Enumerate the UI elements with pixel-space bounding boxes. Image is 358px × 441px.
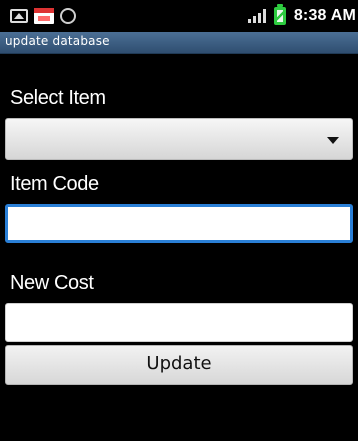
window-title: update database (5, 34, 110, 48)
new-cost-label: New Cost (10, 272, 94, 294)
item-code-input[interactable] (5, 204, 353, 243)
select-item-label: Select Item (10, 87, 106, 109)
usb-icon (60, 8, 76, 24)
item-code-label: Item Code (10, 173, 99, 195)
status-time: 8:38 AM (293, 7, 356, 24)
select-item-dropdown[interactable] (5, 118, 353, 160)
battery-charging-icon (273, 4, 286, 25)
title-bar: update database (0, 32, 358, 54)
update-button[interactable]: Update (5, 345, 353, 385)
signal-icon (247, 9, 266, 23)
status-right-icons: 8:38 AM (247, 4, 356, 26)
status-bar: 8:38 AM (0, 0, 358, 32)
new-cost-input[interactable] (5, 303, 353, 342)
dropdown-arrow-icon (327, 137, 339, 144)
calendar-icon (34, 8, 54, 24)
image-icon (10, 9, 28, 23)
status-left-icons (10, 6, 76, 26)
